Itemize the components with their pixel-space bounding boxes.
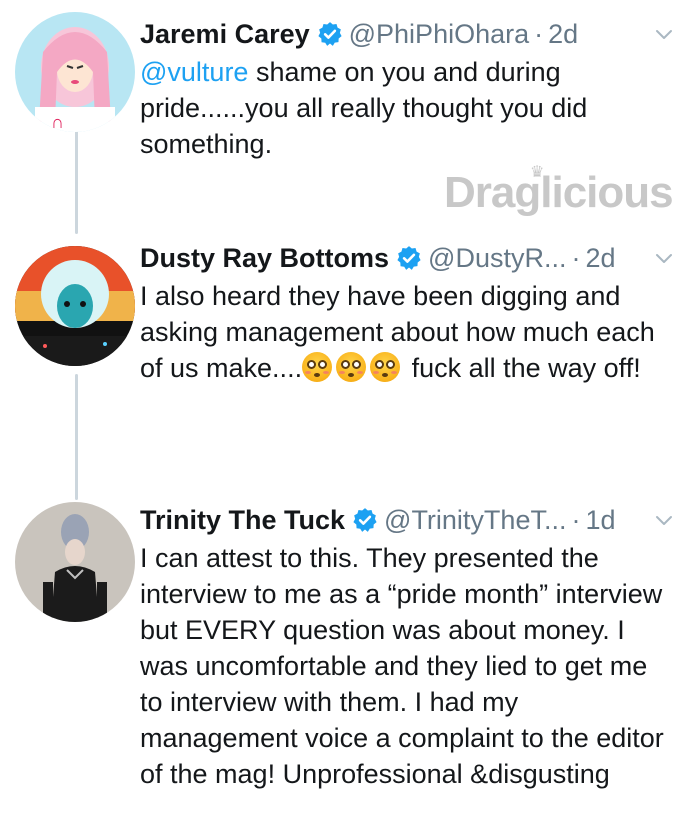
tweet[interactable]: Dusty Ray Bottoms @DustyR... · 2d I also… — [140, 238, 676, 386]
display-name[interactable]: Jaremi Carey — [140, 19, 310, 50]
tweet-text: I can attest to this. They presented the… — [140, 543, 664, 789]
handle[interactable]: @PhiPhiOhara — [349, 19, 530, 50]
handle[interactable]: @DustyR... — [428, 243, 566, 274]
separator-dot: · — [571, 504, 581, 535]
tweet[interactable]: Jaremi Carey @PhiPhiOhara · 2d @vulture … — [140, 14, 676, 162]
chevron-down-icon[interactable] — [652, 22, 676, 46]
tweet-header: Jaremi Carey @PhiPhiOhara · 2d — [140, 14, 676, 54]
tweet-text: @vulture shame on you and during pride..… — [140, 54, 676, 162]
chevron-down-icon[interactable] — [652, 246, 676, 270]
separator-dot: · — [571, 242, 581, 273]
svg-text:∩: ∩ — [51, 112, 64, 132]
timestamp[interactable]: 2d — [548, 19, 578, 50]
tweet-text-body: fuck all the way off! — [404, 353, 641, 383]
chevron-down-icon[interactable] — [652, 508, 676, 532]
mention-link[interactable]: @vulture — [140, 57, 248, 87]
display-name[interactable]: Trinity The Tuck — [140, 505, 345, 536]
tweet[interactable]: Trinity The Tuck @TrinityTheT... · 1d I … — [140, 500, 676, 792]
separator-dot: · — [534, 18, 544, 49]
flushed-face-emoji-icon — [336, 352, 367, 382]
timestamp[interactable]: 2d — [585, 243, 615, 274]
tweet-text: I also heard they have been digging and … — [140, 278, 676, 386]
thread-line — [75, 124, 78, 234]
watermark-text: Draglicious — [444, 168, 674, 217]
verified-badge-icon — [397, 246, 421, 270]
tweet-header: Trinity The Tuck @TrinityTheT... · 1d — [140, 500, 676, 540]
flushed-face-emoji-icon — [370, 352, 401, 382]
timestamp[interactable]: 1d — [585, 505, 615, 536]
thread-line — [75, 374, 78, 500]
tweet-header: Dusty Ray Bottoms @DustyR... · 2d — [140, 238, 676, 278]
verified-badge-icon — [353, 508, 377, 532]
crown-icon: ♛ — [530, 164, 544, 181]
display-name[interactable]: Dusty Ray Bottoms — [140, 243, 389, 274]
verified-badge-icon — [318, 22, 342, 46]
flushed-face-emoji-icon — [302, 352, 333, 382]
handle[interactable]: @TrinityTheT... — [384, 505, 566, 536]
avatar[interactable] — [15, 246, 135, 366]
watermark: ♛ Draglicious — [444, 164, 674, 218]
avatar[interactable] — [15, 502, 135, 622]
avatar[interactable]: ∩ — [15, 12, 135, 132]
